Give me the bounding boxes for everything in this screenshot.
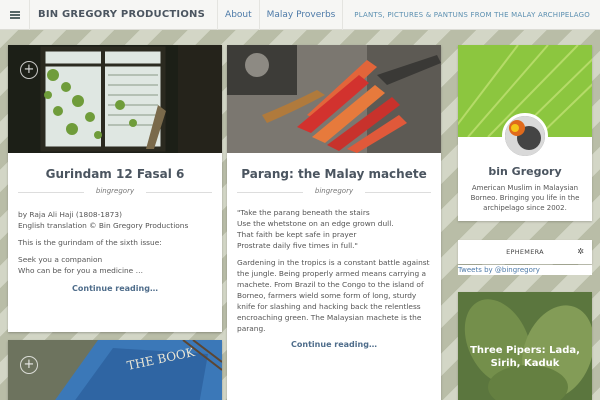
window-photo [8, 45, 222, 153]
verse-line: Seek you a companion [18, 255, 103, 264]
post-card: + Gurindam 12 Fasal 6 bingregory by Raja… [8, 45, 222, 332]
excerpt-line: by Raja Ali Haji (1808-1873) [18, 210, 122, 219]
continue-reading-link[interactable]: Continue reading… [8, 284, 222, 293]
verse-line: Who can be for you a medicine … [18, 266, 143, 275]
post-author[interactable]: bingregory [237, 187, 432, 195]
verse-line: Prostrate daily five times in full." [237, 241, 358, 250]
post-title[interactable]: Parang: the Malay machete [227, 167, 441, 181]
gear-icon[interactable]: ✲ [577, 247, 584, 256]
verse-line: That faith be kept safe in prayer [237, 230, 357, 239]
excerpt-paragraph: This is the gurindam of the sixth issue: [18, 238, 162, 247]
ephemera-title: EPHEMERA [506, 248, 544, 256]
hamburger-menu-button[interactable] [0, 0, 30, 30]
featured-post-card[interactable]: Three Pipers: Lada, Sirih, Kaduk [458, 292, 592, 400]
book-photo: THE BOOK [8, 340, 222, 400]
continue-reading-link[interactable]: Continue reading… [227, 340, 441, 349]
expand-plus-icon[interactable]: + [20, 356, 38, 374]
site-title[interactable]: BIN GREGORY PRODUCTIONS [30, 0, 219, 30]
profile-name[interactable]: bin Gregory [458, 165, 592, 178]
post-excerpt: by Raja Ali Haji (1808-1873) English tran… [8, 209, 222, 276]
tweets-link[interactable]: Tweets by @bingregory [458, 265, 592, 275]
nav-link-about[interactable]: About [218, 0, 260, 30]
post-thumbnail[interactable] [227, 45, 441, 153]
expand-plus-icon[interactable]: + [20, 61, 38, 79]
top-bar: BIN GREGORY PRODUCTIONS About Malay Prov… [0, 0, 600, 30]
machete-photo [227, 45, 441, 153]
avatar[interactable] [502, 113, 548, 159]
post-excerpt: "Take the parang beneath the stairs Use … [227, 207, 441, 334]
profile-widget: bin Gregory American Muslim in Malaysian… [447, 44, 600, 221]
profile-bio: American Muslim in Malaysian Borneo. Bri… [470, 184, 580, 212]
ephemera-widget[interactable]: EPHEMERA ✲ [458, 240, 592, 264]
avatar-photo [505, 116, 545, 156]
post-card: Parang: the Malay machete bingregory "Ta… [227, 45, 441, 400]
nav-link-malay-proverbs[interactable]: Malay Proverbs [260, 0, 344, 30]
post-title[interactable]: Gurindam 12 Fasal 6 [8, 167, 222, 181]
excerpt-line: English translation © Bin Gregory Produc… [18, 221, 189, 230]
featured-post-title[interactable]: Three Pipers: Lada, Sirih, Kaduk [466, 344, 584, 370]
site-tagline: PLANTS, PICTURES & PANTUNS FROM THE MALA… [354, 10, 590, 19]
post-thumbnail[interactable]: + [8, 45, 222, 153]
excerpt-paragraph: Gardening in the tropics is a constant b… [237, 258, 430, 333]
post-thumbnail[interactable]: THE BOOK + [8, 340, 222, 400]
post-card: THE BOOK + [8, 340, 222, 400]
verse-line: Use the whetstone on an edge grown dull. [237, 219, 394, 228]
post-author[interactable]: bingregory [18, 187, 213, 195]
verse-line: "Take the parang beneath the stairs [237, 208, 370, 217]
menu-icon [9, 10, 20, 19]
